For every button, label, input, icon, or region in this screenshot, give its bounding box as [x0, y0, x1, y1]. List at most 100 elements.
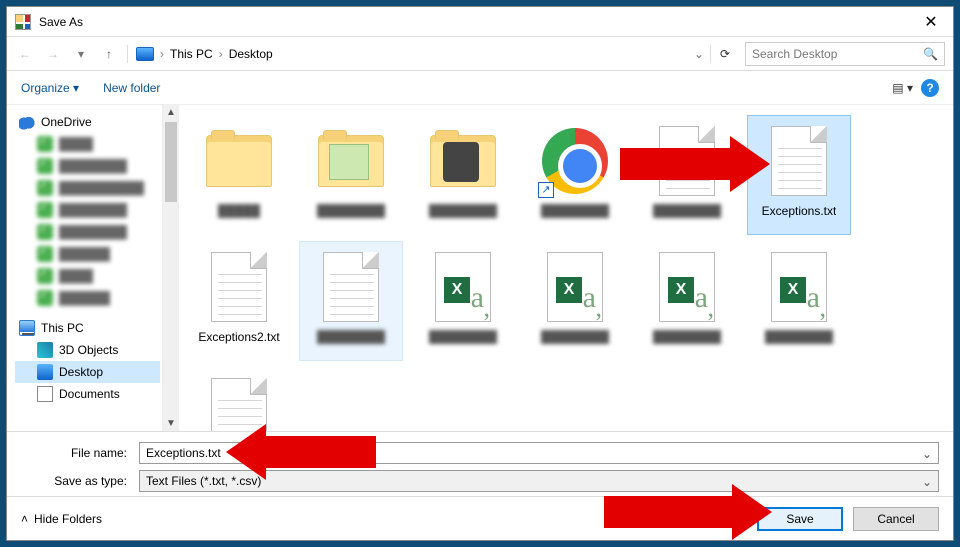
- file-item-csv[interactable]: Xa, ████████: [635, 241, 739, 361]
- text-file-icon: [771, 126, 827, 196]
- breadcrumb[interactable]: › This PC › Desktop: [136, 47, 686, 61]
- scroll-down-icon[interactable]: ▼: [166, 418, 176, 429]
- tree-item[interactable]: ████████: [15, 155, 160, 177]
- toolbar: Organize ▾ New folder ▤ ▾ ?: [7, 71, 953, 105]
- folder-icon: [430, 135, 496, 187]
- excel-csv-icon: Xa,: [547, 252, 603, 322]
- divider: [127, 45, 128, 63]
- view-mode-button[interactable]: ▤ ▾: [892, 81, 913, 95]
- chevron-down-icon[interactable]: ⌄: [922, 475, 932, 489]
- save-as-dialog: Save As ✕ ← → ▾ ↑ › This PC › Desktop ⌄ …: [6, 6, 954, 541]
- tree-3d-objects[interactable]: 3D Objects: [15, 339, 160, 361]
- divider: [710, 45, 711, 63]
- file-item-folder[interactable]: █████: [187, 115, 291, 235]
- organize-menu[interactable]: Organize ▾: [21, 81, 79, 95]
- search-icon: 🔍: [923, 47, 938, 61]
- file-item-csv[interactable]: Xa, ████████: [411, 241, 515, 361]
- filename-input[interactable]: Exceptions.txt ⌄: [139, 442, 939, 464]
- folder-icon: [206, 135, 272, 187]
- chevron-right-icon: ›: [219, 47, 223, 61]
- search-input[interactable]: Search Desktop 🔍: [745, 42, 945, 66]
- chevron-up-icon: ˄: [21, 512, 28, 526]
- cancel-button[interactable]: Cancel: [853, 507, 939, 531]
- file-pane: █████ ████████ ████████ ↗ ████████ █████…: [179, 105, 953, 431]
- file-item-csv[interactable]: Xa, ████████: [523, 241, 627, 361]
- app-icon: [15, 14, 31, 30]
- help-button[interactable]: ?: [921, 79, 939, 97]
- saveastype-label: Save as type:: [21, 474, 133, 488]
- new-folder-button[interactable]: New folder: [103, 81, 160, 95]
- shortcut-badge: ↗: [538, 182, 554, 198]
- refresh-button[interactable]: ⟳: [717, 47, 733, 61]
- onedrive-icon: [19, 114, 35, 130]
- chevron-down-icon[interactable]: ⌄: [922, 447, 932, 461]
- nav-back-button[interactable]: ←: [15, 47, 35, 61]
- save-button[interactable]: Save: [757, 507, 843, 531]
- window-title: Save As: [39, 15, 909, 29]
- text-file-icon: [211, 252, 267, 322]
- synced-icon: [37, 224, 53, 240]
- scroll-up-icon[interactable]: ▲: [166, 107, 176, 118]
- nav-up-button[interactable]: ↑: [99, 47, 119, 61]
- 3d-objects-icon: [37, 342, 53, 358]
- scroll-thumb[interactable]: [165, 122, 177, 202]
- nav-bar: ← → ▾ ↑ › This PC › Desktop ⌄ ⟳ Search D…: [7, 37, 953, 71]
- tree-desktop[interactable]: Desktop: [15, 361, 160, 383]
- tree-item[interactable]: ██████: [15, 243, 160, 265]
- dialog-body: OneDrive ████ ████████ ██████████ ██████…: [7, 105, 953, 431]
- excel-csv-icon: Xa,: [435, 252, 491, 322]
- file-item-exceptions[interactable]: Exceptions.txt: [747, 115, 851, 235]
- file-item-folder[interactable]: ████████: [299, 115, 403, 235]
- text-file-icon: [211, 378, 267, 431]
- crumb-desktop[interactable]: Desktop: [229, 47, 273, 61]
- synced-icon: [37, 158, 53, 174]
- folder-icon: [318, 135, 384, 187]
- tree-item[interactable]: ████: [15, 133, 160, 155]
- tree-onedrive[interactable]: OneDrive: [15, 111, 160, 133]
- synced-icon: [37, 180, 53, 196]
- nav-recent-dropdown[interactable]: ▾: [71, 47, 91, 61]
- synced-icon: [37, 268, 53, 284]
- pc-icon: [136, 47, 154, 61]
- nav-tree: OneDrive ████ ████████ ██████████ ██████…: [7, 105, 163, 431]
- file-item-chrome[interactable]: ↗ ████████: [523, 115, 627, 235]
- documents-icon: [37, 386, 53, 402]
- file-item-text[interactable]: ████████: [187, 367, 291, 431]
- synced-icon: [37, 202, 53, 218]
- excel-csv-icon: Xa,: [659, 252, 715, 322]
- search-placeholder: Search Desktop: [752, 47, 917, 61]
- file-item-exceptions2[interactable]: Exceptions2.txt: [187, 241, 291, 361]
- breadcrumb-dropdown[interactable]: ⌄: [694, 47, 704, 61]
- text-file-icon: [323, 252, 379, 322]
- close-button[interactable]: ✕: [909, 7, 953, 36]
- tree-item[interactable]: ████: [15, 265, 160, 287]
- crumb-this-pc[interactable]: This PC: [170, 47, 213, 61]
- file-label: Exceptions.txt: [762, 204, 837, 218]
- filename-label: File name:: [21, 446, 133, 460]
- title-bar: Save As ✕: [7, 7, 953, 37]
- file-item-csv[interactable]: Xa, ████████: [747, 241, 851, 361]
- tree-scrollbar[interactable]: ▲ ▼: [163, 105, 179, 431]
- tree-item[interactable]: ██████████: [15, 177, 160, 199]
- file-item-folder[interactable]: ████████: [411, 115, 515, 235]
- hide-folders-toggle[interactable]: ˄ Hide Folders: [21, 512, 102, 526]
- tree-this-pc[interactable]: This PC: [15, 317, 160, 339]
- file-form: File name: Exceptions.txt ⌄ Save as type…: [7, 431, 953, 496]
- saveastype-select[interactable]: Text Files (*.txt, *.csv) ⌄: [139, 470, 939, 492]
- nav-forward-button[interactable]: →: [43, 47, 63, 61]
- file-item-text[interactable]: ████████: [299, 241, 403, 361]
- excel-csv-icon: Xa,: [771, 252, 827, 322]
- pc-icon: [19, 320, 35, 336]
- tree-item[interactable]: ████████: [15, 221, 160, 243]
- desktop-icon: [37, 364, 53, 380]
- tree-item[interactable]: ████████: [15, 199, 160, 221]
- file-item-text[interactable]: ████████: [635, 115, 739, 235]
- dialog-footer: ˄ Hide Folders Save Cancel: [7, 496, 953, 540]
- tree-item[interactable]: ██████: [15, 287, 160, 309]
- tree-documents[interactable]: Documents: [15, 383, 160, 405]
- synced-icon: [37, 136, 53, 152]
- synced-icon: [37, 246, 53, 262]
- file-label: Exceptions2.txt: [198, 330, 279, 344]
- text-file-icon: [659, 126, 715, 196]
- chevron-right-icon: ›: [160, 47, 164, 61]
